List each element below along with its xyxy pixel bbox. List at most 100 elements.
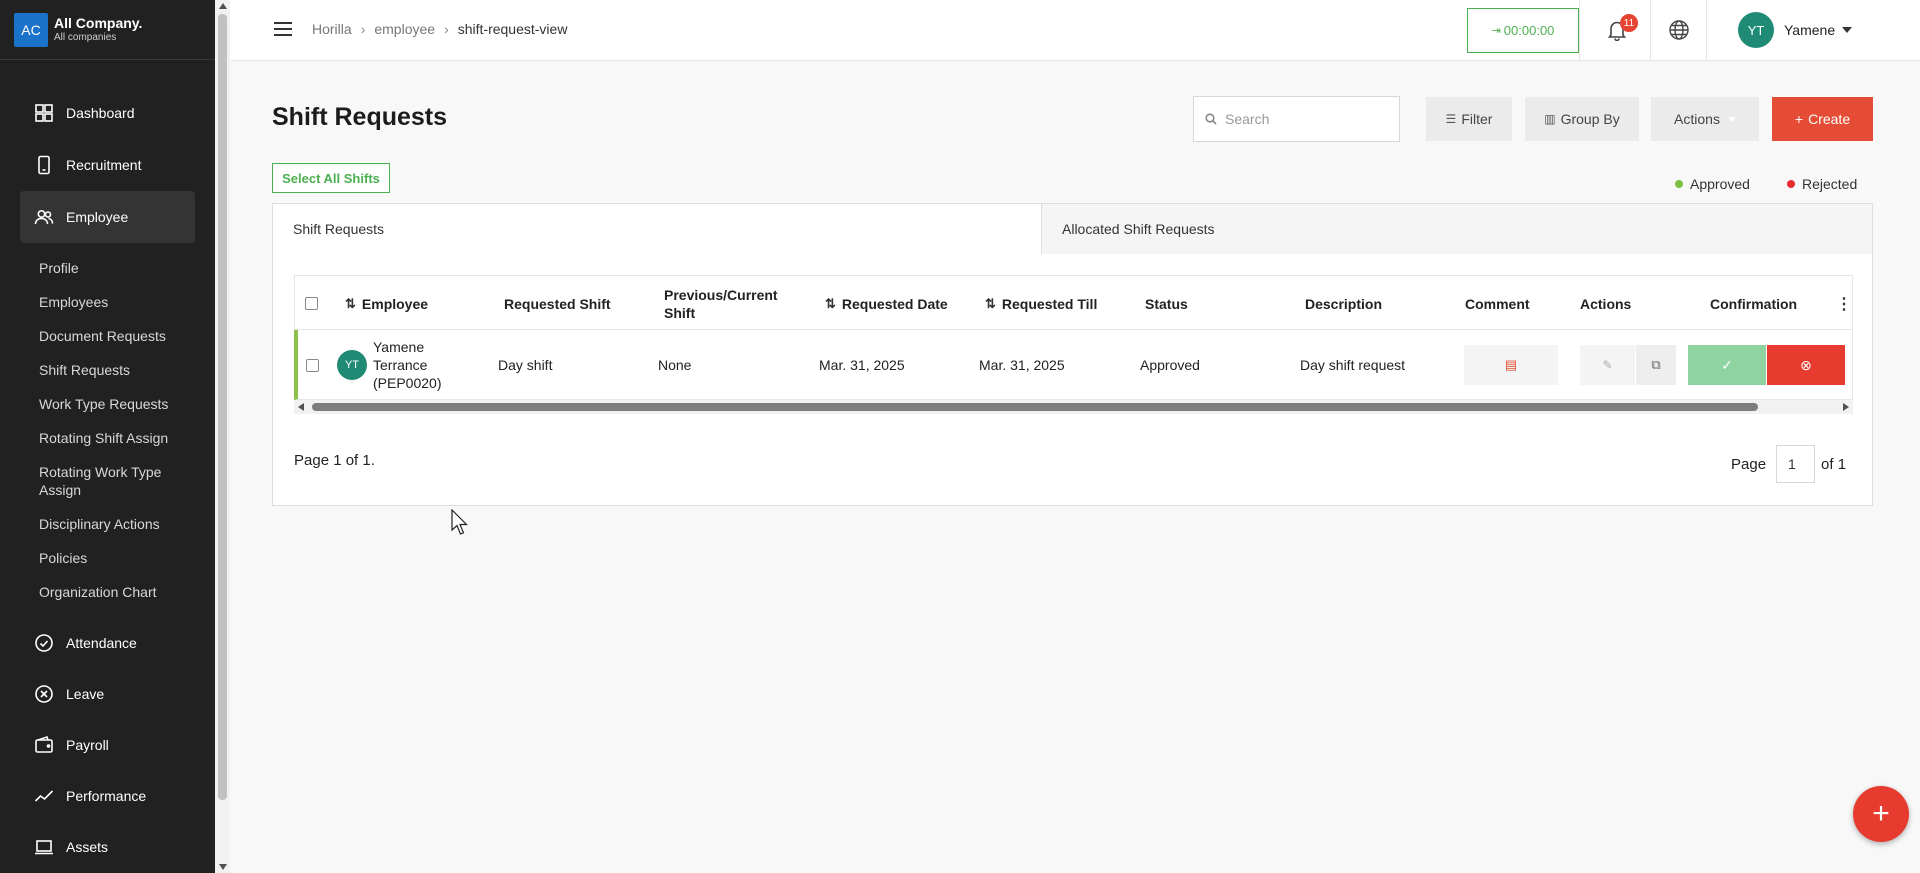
sidebar-item-dashboard[interactable]: Dashboard (20, 87, 195, 139)
caret-down-icon (1727, 116, 1736, 122)
sidebar-item-leave[interactable]: Leave (20, 668, 195, 719)
copy-icon: ⧉ (1651, 357, 1661, 372)
phone-icon (34, 155, 54, 175)
subnav-organization-chart[interactable]: Organization Chart (39, 575, 215, 609)
edit-icon: ✎ (1602, 358, 1613, 372)
company-name: All Company. (54, 15, 143, 32)
x-circle-icon (34, 684, 54, 704)
topbar: Horilla › employee › shift-request-view … (230, 0, 1920, 61)
select-all-shifts-button[interactable]: Select All Shifts (272, 163, 390, 193)
column-options-icon[interactable]: ⋮ (1836, 276, 1852, 331)
scroll-down-arrow-icon[interactable] (219, 864, 227, 870)
company-sub: All companies (54, 31, 117, 43)
filter-button[interactable]: ☰ Filter (1426, 97, 1512, 141)
subnav-work-type-requests[interactable]: Work Type Requests (39, 387, 215, 421)
page-info: Page 1 of 1. (294, 452, 375, 469)
sidebar-item-payroll[interactable]: Payroll (20, 719, 195, 770)
legend-rejected[interactable]: Rejected (1787, 176, 1857, 192)
employee-name: Yamene Terrance (PEP0020) (373, 339, 442, 391)
sidebar-item-recruitment[interactable]: Recruitment (20, 139, 195, 191)
quick-add-button[interactable]: + (1853, 786, 1909, 842)
scroll-up-arrow-icon[interactable] (219, 3, 227, 9)
grid-icon (34, 103, 54, 123)
row-checkbox-cell (306, 330, 319, 400)
chevron-right-icon: › (360, 21, 366, 37)
subnav-policies[interactable]: Policies (39, 541, 215, 575)
header-previous-shift: Previous/Current Shift (664, 286, 778, 321)
select-all-checkbox[interactable] (305, 297, 318, 310)
tab-shift-requests[interactable]: Shift Requests (273, 204, 1041, 254)
subnav-rotating-work-type-assign[interactable]: Rotating Work Type Assign (39, 455, 189, 507)
avatar: YT (1738, 12, 1774, 48)
filter-label: Filter (1461, 111, 1493, 127)
header-employee[interactable]: ⇅ Employee (345, 276, 428, 331)
create-button[interactable]: + Create (1772, 97, 1873, 141)
scrollbar-thumb[interactable] (218, 14, 227, 800)
edit-button[interactable]: ✎ (1580, 345, 1635, 385)
page-number-input[interactable] (1776, 445, 1816, 483)
sidebar-item-employee[interactable]: Employee (20, 191, 195, 243)
search-input[interactable] (1225, 111, 1395, 127)
header-requested-date-label: Requested Date (841, 295, 948, 312)
sidebar-item-label: Attendance (66, 634, 137, 651)
table-horizontal-scrollbar[interactable] (294, 400, 1853, 414)
duplicate-button[interactable]: ⧉ (1636, 345, 1676, 385)
scrollbar-thumb[interactable] (312, 403, 1758, 411)
group-by-button[interactable]: ▥ Group By (1525, 97, 1639, 141)
breadcrumb: Horilla › employee › shift-request-view (312, 21, 567, 37)
subnav-document-requests[interactable]: Document Requests (39, 319, 215, 353)
comment-button[interactable]: ▤ (1464, 345, 1558, 385)
subnav-profile[interactable]: Profile (39, 251, 215, 285)
create-label: Create (1808, 111, 1851, 127)
table-row[interactable]: YT Yamene Terrance (PEP0020) Day shift N… (294, 330, 1853, 400)
sidebar-item-label: Assets (66, 838, 109, 855)
header-actions: Actions (1580, 295, 1632, 312)
notifications-button[interactable]: 11 (1579, 0, 1651, 60)
laptop-icon (34, 837, 54, 857)
clock-in-icon: ⇥ (1491, 25, 1501, 37)
breadcrumb-employee[interactable]: employee (374, 21, 435, 37)
sidebar-item-label: Recruitment (66, 157, 142, 173)
row-checkbox[interactable] (306, 358, 319, 372)
avatar: YT (337, 350, 367, 380)
scroll-right-arrow-icon[interactable] (1843, 403, 1849, 411)
sort-icon: ⇅ (825, 295, 836, 311)
header-employee-label: Employee (361, 295, 429, 312)
shift-requests-table: ⇅ Employee Requested Shift Previous/Curre… (294, 275, 1853, 400)
sidebar: AC All Company. All companies Dashboard … (0, 0, 215, 873)
subnav-disciplinary-actions[interactable]: Disciplinary Actions (39, 507, 215, 541)
sidebar-item-assets[interactable]: Assets (20, 821, 195, 872)
sidebar-item-attendance[interactable]: Attendance (20, 617, 195, 668)
clock-in-button[interactable]: ⇥ 00:00:00 (1467, 8, 1579, 53)
actions-label: Actions (1674, 111, 1720, 127)
sidebar-item-label: Dashboard (66, 105, 135, 121)
group-by-label: Group By (1560, 111, 1620, 127)
language-button[interactable] (1651, 0, 1707, 60)
breadcrumb-home[interactable]: Horilla (312, 21, 352, 37)
sidebar-item-label: Employee (66, 209, 129, 225)
approve-button[interactable]: ✓ (1688, 345, 1766, 385)
sort-icon: ⇅ (345, 295, 356, 311)
sidebar-item-performance[interactable]: Performance (20, 770, 195, 821)
menu-icon[interactable] (274, 22, 292, 36)
subnav-shift-requests[interactable]: Shift Requests (39, 353, 215, 387)
company-switcher[interactable]: AC All Company. All companies (0, 0, 215, 60)
user-menu[interactable]: YT Yamene (1738, 12, 1853, 48)
header-requested-date[interactable]: ⇅ Requested Date (825, 276, 948, 331)
header-requested-till[interactable]: ⇅ Requested Till (985, 276, 1097, 331)
scroll-left-arrow-icon[interactable] (298, 403, 304, 411)
actions-dropdown[interactable]: Actions (1651, 97, 1759, 141)
approved-dot-icon (1675, 180, 1683, 188)
reject-button[interactable]: ⊗ (1767, 345, 1845, 385)
header-confirmation: Confirmation (1710, 295, 1798, 312)
user-name: Yamene (1784, 22, 1836, 38)
globe-icon (1668, 19, 1690, 41)
users-icon (34, 207, 54, 227)
subnav-employees[interactable]: Employees (39, 285, 215, 319)
pagination: Page of 1 (1731, 445, 1846, 483)
subnav-rotating-shift-assign[interactable]: Rotating Shift Assign (39, 421, 215, 455)
search-box[interactable] (1193, 96, 1400, 142)
legend-approved[interactable]: Approved (1675, 176, 1750, 192)
sidebar-scrollbar[interactable] (215, 0, 230, 873)
tab-allocated-shift-requests[interactable]: Allocated Shift Requests (1041, 204, 1872, 254)
